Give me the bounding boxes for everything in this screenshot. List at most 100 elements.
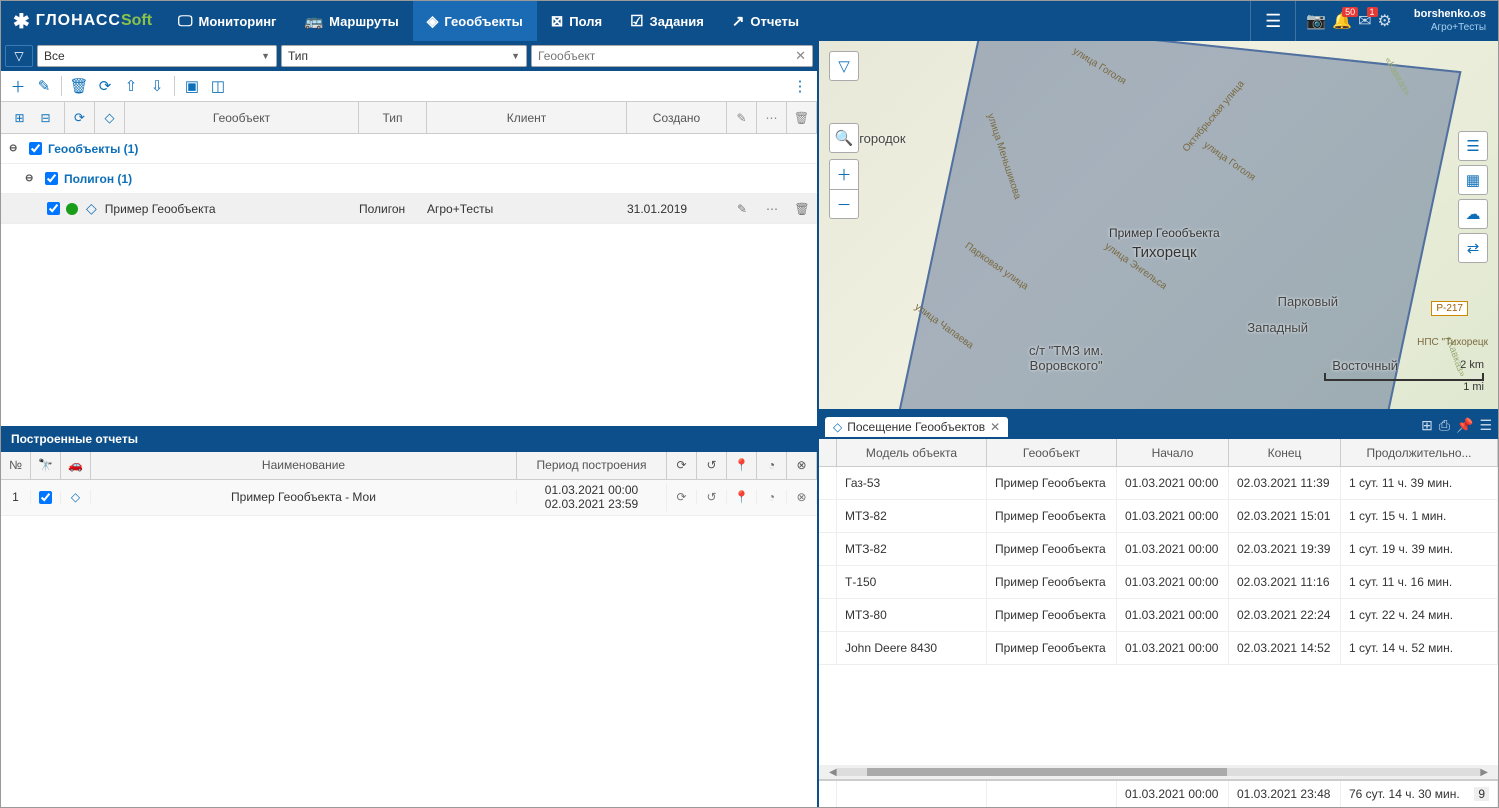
tree-leaf[interactable]: ◇ Пример Геообъекта Полигон Агро+Тесты 3… <box>1 194 817 224</box>
clear-search-icon[interactable]: ✕ <box>795 48 806 64</box>
tool-b-button[interactable]: ◫ <box>207 75 229 97</box>
collapse-icon[interactable]: ⊖ <box>25 173 39 184</box>
mail-icon[interactable]: ✉1 <box>1358 11 1371 31</box>
col-type[interactable]: Тип <box>359 102 427 133</box>
rh-history-icon[interactable]: ↺ <box>697 452 727 479</box>
filter-all-select[interactable]: Все▼ <box>37 45 277 67</box>
nav-tasks[interactable]: ☑Задания <box>616 1 718 41</box>
report-checkbox[interactable] <box>39 491 52 504</box>
refresh-button[interactable]: ⟳ <box>94 75 116 97</box>
visit-row[interactable]: Газ-53Пример Геообъекта01.03.2021 00:000… <box>819 467 1498 500</box>
delete-button[interactable]: 🗑 <box>68 75 90 97</box>
rc-close[interactable]: ⊗ <box>787 490 817 504</box>
nav-monitoring[interactable]: 🖵Мониторинг <box>164 1 290 41</box>
add-button[interactable]: ＋ <box>7 75 29 97</box>
col-created[interactable]: Создано <box>627 102 727 133</box>
export-excel-icon[interactable]: ⊞ <box>1421 417 1433 434</box>
more-button[interactable]: ⋮ <box>789 75 811 97</box>
leaf-menu[interactable]: ⋯ <box>757 202 787 216</box>
visit-row[interactable]: John Deere 8430Пример Геообъекта01.03.20… <box>819 632 1498 665</box>
group-checkbox[interactable] <box>45 172 58 185</box>
expand-all-icon[interactable]: ⊞ <box>9 107 31 129</box>
tree-group-root[interactable]: ⊖ Геообъекты (1) <box>1 134 817 164</box>
visit-tab[interactable]: ◇ Посещение Геообъектов ✕ <box>825 417 1008 437</box>
delete-col-icon[interactable]: 🗑 <box>794 111 809 125</box>
nav-geoobjects[interactable]: ◈Геообъекты <box>413 1 537 41</box>
rh-name[interactable]: Наименование <box>91 452 517 479</box>
report-row[interactable]: 1 ◇ Пример Геообъекта - Мои 01.03.2021 0… <box>1 480 817 516</box>
scrollbar-thumb[interactable] <box>867 768 1227 776</box>
visit-rows[interactable]: Газ-53Пример Геообъекта01.03.2021 00:000… <box>819 467 1498 765</box>
reload-col-icon[interactable]: ⟳ <box>69 107 91 129</box>
search-input[interactable] <box>538 49 795 63</box>
export-button[interactable]: ⇧ <box>120 75 142 97</box>
rc-pie[interactable]: ◔ <box>757 490 787 504</box>
user-block[interactable]: borshenko.os Агро+Тесты <box>1402 8 1498 34</box>
vh-model[interactable]: Модель объекта <box>837 439 987 466</box>
rc-refresh[interactable]: ⟳ <box>667 490 697 504</box>
import-button[interactable]: ⇩ <box>146 75 168 97</box>
horizontal-scrollbar[interactable]: ◀ ▶ <box>819 765 1498 779</box>
pin-icon[interactable]: 📌 <box>1456 417 1473 434</box>
gear-icon[interactable]: ⚙ <box>1378 11 1392 31</box>
visit-row[interactable]: МТЗ-82Пример Геообъекта01.03.2021 00:000… <box>819 533 1498 566</box>
layers-button[interactable]: ☰ <box>1458 131 1488 161</box>
collapse-all-icon[interactable]: ⊟ <box>35 107 57 129</box>
vc-dur: 1 сут. 11 ч. 39 мин. <box>1341 467 1498 499</box>
edit-col-icon[interactable]: ✎ <box>736 111 746 125</box>
export-pdf-icon[interactable]: ⎙ <box>1439 417 1450 434</box>
tree-group-polygon[interactable]: ⊖ Полигон (1) <box>1 164 817 194</box>
visit-tab-icon: ◇ <box>833 420 842 434</box>
visit-row[interactable]: Т-150Пример Геообъекта01.03.2021 00:0002… <box>819 566 1498 599</box>
tool2-button[interactable]: ☁ <box>1458 199 1488 229</box>
vh-start[interactable]: Начало <box>1117 439 1229 466</box>
tool3-button[interactable]: ⇄ <box>1458 233 1488 263</box>
edit-button[interactable]: ✎ <box>33 75 55 97</box>
leaf-checkbox[interactable] <box>47 202 60 215</box>
rh-period[interactable]: Период построения <box>517 452 667 479</box>
map-search-button[interactable]: 🔍 <box>829 123 859 153</box>
zoom-out-button[interactable]: － <box>829 189 859 219</box>
nav-fields[interactable]: ⊠Поля <box>537 1 616 41</box>
status-dot-icon <box>66 203 78 215</box>
tree: ⊖ Геообъекты (1) ⊖ Полигон (1) ◇ Пример … <box>1 134 817 426</box>
col-object[interactable]: Геообъект <box>125 102 359 133</box>
close-tab-icon[interactable]: ✕ <box>990 420 1000 434</box>
filter-icon[interactable]: ▽ <box>5 45 33 67</box>
nav-reports[interactable]: ↗Отчеты <box>718 1 813 41</box>
vh-dur[interactable]: Продолжительно... <box>1341 439 1498 466</box>
shape-col-icon[interactable]: ◇ <box>99 107 121 129</box>
group-checkbox[interactable] <box>29 142 42 155</box>
vh-end[interactable]: Конец <box>1229 439 1341 466</box>
visit-row[interactable]: МТЗ-80Пример Геообъекта01.03.2021 00:000… <box>819 599 1498 632</box>
map-filter-button[interactable]: ▽ <box>829 51 859 81</box>
columns-icon[interactable]: ☰ <box>1479 417 1492 434</box>
rh-pie-icon[interactable]: ◔ <box>757 452 787 479</box>
bell-icon[interactable]: 🔔50 <box>1332 11 1352 31</box>
binoculars-icon[interactable]: 🔭 <box>31 452 61 479</box>
menu-col-icon[interactable]: ⋯ <box>766 111 778 125</box>
rh-close-icon[interactable]: ⊗ <box>787 452 817 479</box>
hamburger-menu[interactable]: ☰ <box>1250 1 1296 41</box>
nav-routes[interactable]: 🚌Маршруты <box>290 1 412 41</box>
rc-pin[interactable]: 📍 <box>727 490 757 504</box>
toolbar: ＋ ✎ 🗑 ⟳ ⇧ ⇩ ▣ ◫ ⋮ <box>1 71 817 102</box>
rc-history[interactable]: ↺ <box>697 490 727 504</box>
collapse-icon[interactable]: ⊖ <box>9 143 23 154</box>
zoom-in-button[interactable]: ＋ <box>829 159 859 189</box>
filter-type-select[interactable]: Тип▼ <box>281 45 527 67</box>
rh-pin-icon[interactable]: 📍 <box>727 452 757 479</box>
camera-icon[interactable]: 📷 <box>1306 11 1326 31</box>
vh-geo[interactable]: Геообъект <box>987 439 1117 466</box>
leaf-edit[interactable]: ✎ <box>727 202 757 216</box>
logo[interactable]: ✱ ГЛОНАССSoft <box>1 9 164 34</box>
rh-refresh-icon[interactable]: ⟳ <box>667 452 697 479</box>
tool1-button[interactable]: ▦ <box>1458 165 1488 195</box>
leaf-delete[interactable]: 🗑 <box>787 202 817 216</box>
car-icon[interactable]: 🚗 <box>61 452 91 479</box>
vc-geo: Пример Геообъекта <box>987 566 1117 598</box>
visit-row[interactable]: МТЗ-82Пример Геообъекта01.03.2021 00:000… <box>819 500 1498 533</box>
col-client[interactable]: Клиент <box>427 102 627 133</box>
map[interactable]: Пример Геообъекта Тихорецк ый городок За… <box>819 41 1498 411</box>
tool-a-button[interactable]: ▣ <box>181 75 203 97</box>
